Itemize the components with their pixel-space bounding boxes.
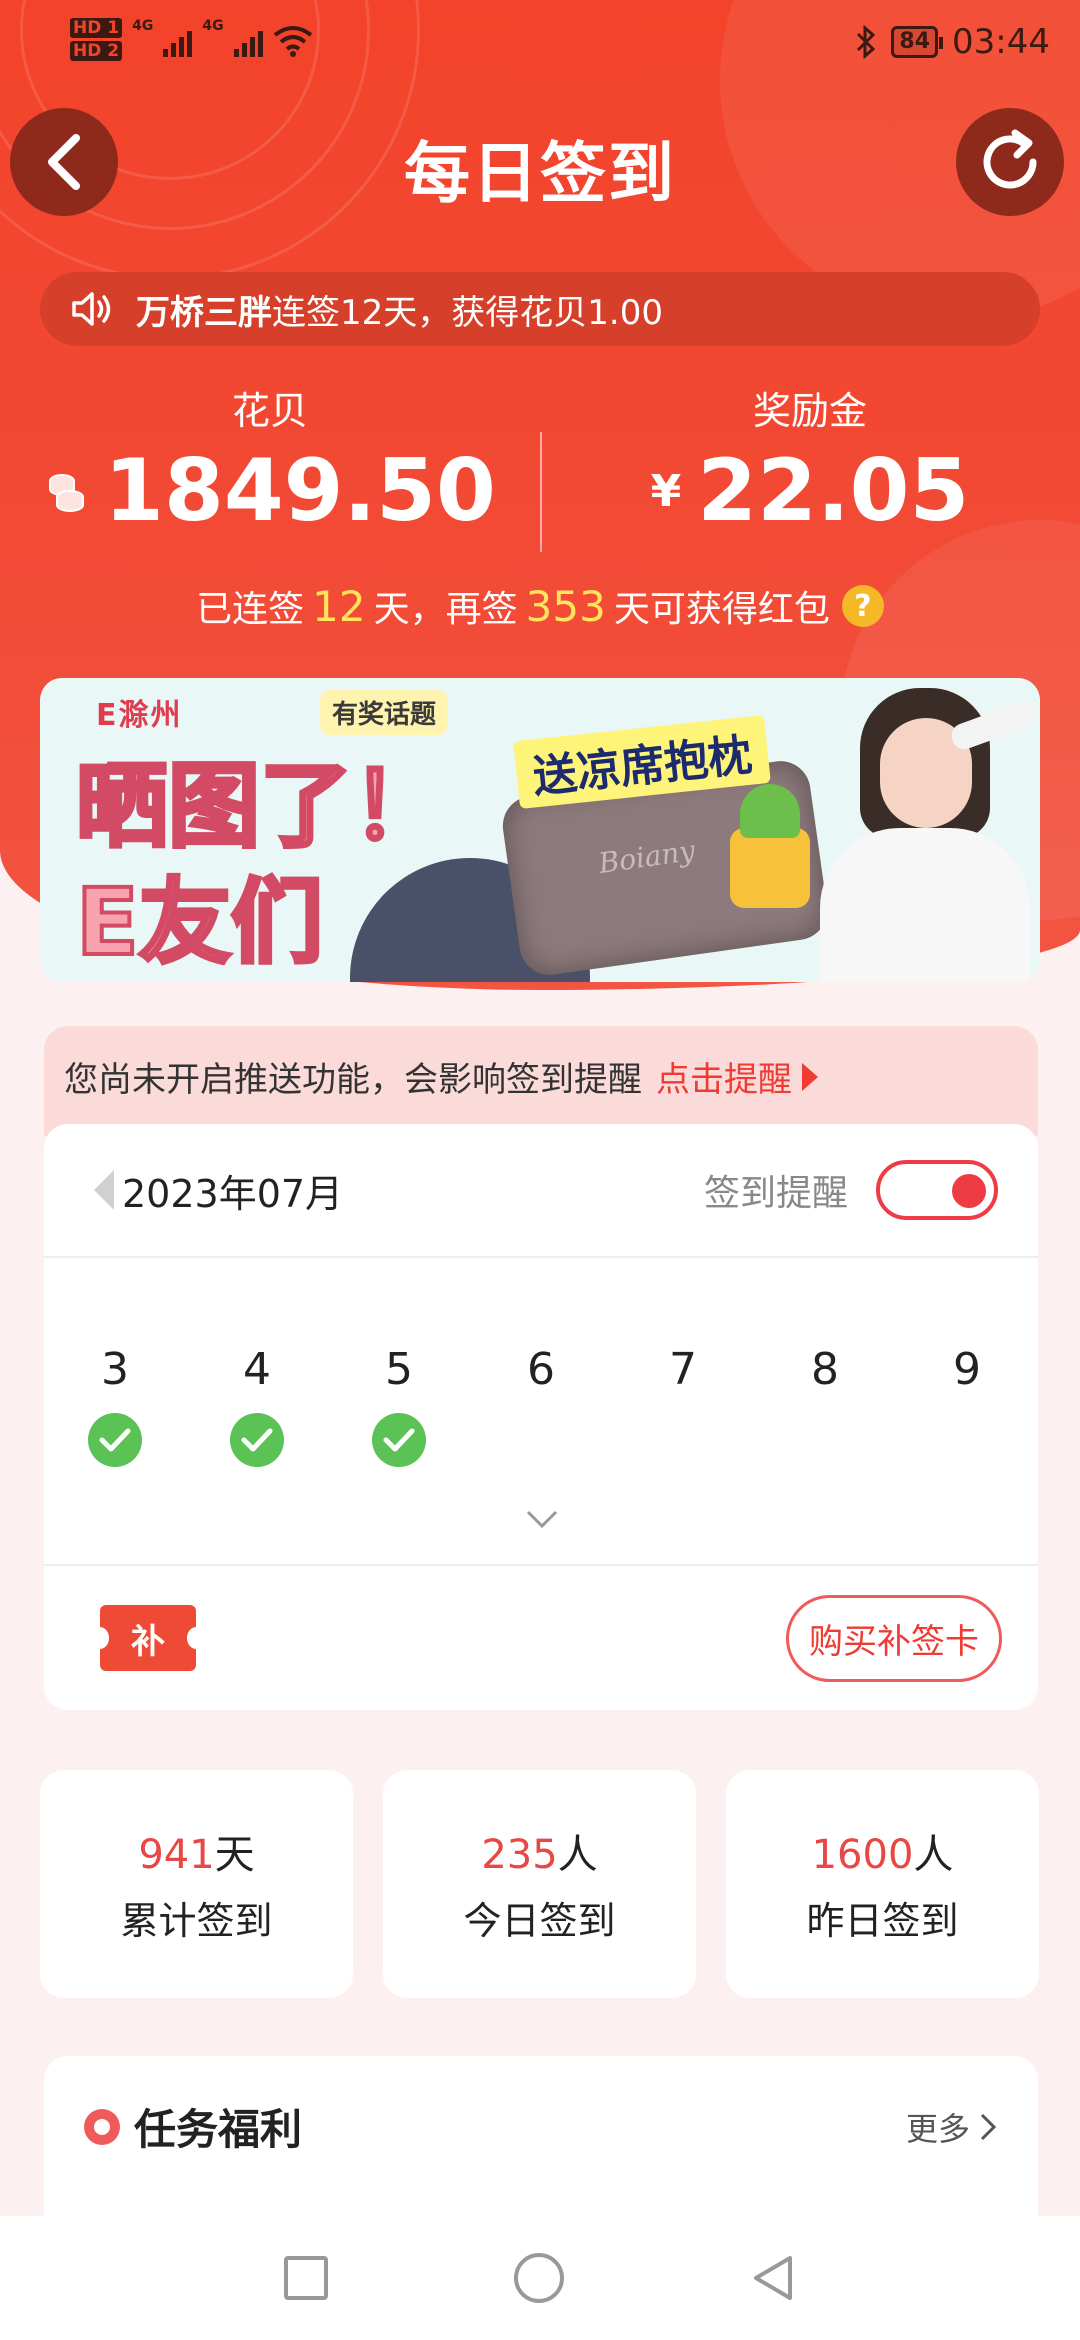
system-nav-bar [0,2216,1080,2340]
signin-calendar: 2023年07月 签到提醒 3 4 5 6 7 8 9 补 购买补签卡 [44,1124,1038,1710]
notice-text: 您尚未开启推送功能，会影响签到提醒 [64,1060,642,1100]
streak-mid: 天，再签 [373,589,518,630]
page-title: 每日签到 [404,135,676,212]
buy-makeup-card-button[interactable]: 购买补签卡 [786,1594,1002,1682]
help-icon[interactable]: ? [841,585,884,627]
signin-ticker: 万桥三胖 连签12天，获得花贝1.00 [40,272,1040,346]
chevron-right-icon [980,2113,997,2140]
remind-label: 签到提醒 [703,1173,848,1214]
more-tasks-link[interactable]: 更多 [906,2104,998,2150]
refresh-icon [983,129,1037,189]
banner-logo: E滁州 [96,698,183,733]
calendar-day[interactable]: 8 [754,1344,896,1467]
makeup-card-icon: 补 [91,1605,205,1671]
recent-apps-button[interactable] [284,2256,328,2300]
section-dot-icon [84,2108,120,2145]
day-number: 4 [243,1344,271,1395]
triangle-right-icon [802,1062,818,1091]
prev-month-icon[interactable] [94,1170,114,1210]
day-number: 7 [669,1344,697,1395]
battery-icon: 84 [891,26,943,58]
speaker-icon [72,292,111,326]
summary-unit: 天 [214,1832,255,1878]
summary-value: 235 [481,1832,558,1878]
home-button[interactable] [514,2253,564,2303]
day-number: 5 [385,1344,413,1395]
more-label: 更多 [905,2109,970,2148]
day-number: 9 [953,1344,981,1395]
banner-headline-2: E友们 [74,867,325,978]
signal-icon [163,25,193,57]
summary-value: 1600 [811,1832,914,1878]
summary-unit: 人 [557,1832,598,1878]
clock: 03:44 [952,22,1050,62]
calendar-day[interactable]: 3 [44,1344,186,1467]
streak-remaining: 353 [525,581,606,631]
checkmark-icon [230,1413,284,1467]
summary-card-yesterday: 1600人 昨日签到 [726,1770,1039,1998]
streak-days: 12 [312,581,366,631]
streak-prefix: 已连签 [196,589,305,630]
refresh-button[interactable] [956,108,1064,216]
wifi-icon [273,26,312,57]
calendar-header: 2023年07月 签到提醒 [44,1124,1038,1258]
summary-label: 累计签到 [120,1899,273,1943]
streak-suffix: 天可获得红包 [613,589,830,630]
plant-image [730,784,810,908]
calendar-day[interactable]: 9 [896,1344,1038,1467]
checkmark-icon [88,1413,142,1467]
expand-calendar-icon[interactable] [522,1504,562,1534]
bluetooth-icon [857,25,876,59]
calendar-day[interactable]: 5 [328,1344,470,1467]
calendar-week-row: 3 4 5 6 7 8 9 [44,1344,1038,1467]
huabei-label: 花贝 [231,389,308,433]
huabei-balance[interactable]: 花贝 1849.50 [0,380,540,541]
day-number: 6 [527,1344,555,1395]
back-nav-button[interactable] [750,2253,796,2303]
streak-info: 已连签 12 天，再签 353 天可获得红包 ? [0,580,1080,632]
enable-reminder-link[interactable]: 点击提醒 [656,1052,818,1101]
checkmark-icon [372,1413,426,1467]
hd-indicator: HD 1 HD 2 [70,18,123,64]
network-type-1: 4G [132,18,154,34]
promo-banner[interactable]: E滁州 有奖话题 晒图了！ E友们 Boiany 送凉席抱枕 [40,678,1040,982]
reward-balance[interactable]: 奖励金 ¥ 22.05 [540,380,1080,541]
huabei-value: 1849.50 [104,441,496,541]
reward-value: 22.05 [697,441,970,541]
summary-label: 今日签到 [463,1899,616,1943]
tasks-title: 任务福利 [134,2105,303,2154]
day-number: 8 [811,1344,839,1395]
calendar-footer: 补 购买补签卡 [44,1564,1038,1710]
ticker-message: 连签12天，获得花贝1.00 [272,292,663,333]
summary-unit: 人 [913,1832,954,1878]
summary-card-total: 941天 累计签到 [40,1770,353,1998]
summary-card-today: 235人 今日签到 [383,1770,696,1998]
signin-summary: 941天 累计签到 235人 今日签到 1600人 昨日签到 [40,1770,1040,1998]
banner-tag: 有奖话题 [320,690,449,735]
calendar-month: 2023年07月 [122,1171,344,1216]
summary-value: 941 [138,1832,215,1878]
enable-reminder-label: 点击提醒 [656,1060,792,1100]
hd2-label: HD 2 [70,41,123,61]
summary-label: 昨日签到 [806,1899,959,1943]
push-notice: 您尚未开启推送功能，会影响签到提醒 点击提醒 [44,1026,1038,1136]
ticker-user: 万桥三胖 [136,292,272,333]
reward-label: 奖励金 [752,389,867,433]
network-type-2: 4G [202,18,224,34]
remind-toggle[interactable] [876,1160,998,1220]
pillow-brand: Boiany [596,833,698,881]
calendar-day[interactable]: 7 [612,1344,754,1467]
model-image [820,688,1040,982]
calendar-day[interactable]: 4 [186,1344,328,1467]
calendar-day[interactable]: 6 [470,1344,612,1467]
status-bar: HD 1 HD 2 4G 4G 84 03:44 [0,0,1080,95]
currency-symbol: ¥ [650,465,682,517]
hd1-label: HD 1 [70,18,123,38]
banner-headline-1: 晒图了！ [74,751,446,862]
balance-section: 花贝 1849.50 奖励金 ¥ 22.05 [0,380,1080,560]
coin-stack-icon [49,474,85,512]
signal-icon-2 [233,25,263,57]
day-number: 3 [101,1344,129,1395]
